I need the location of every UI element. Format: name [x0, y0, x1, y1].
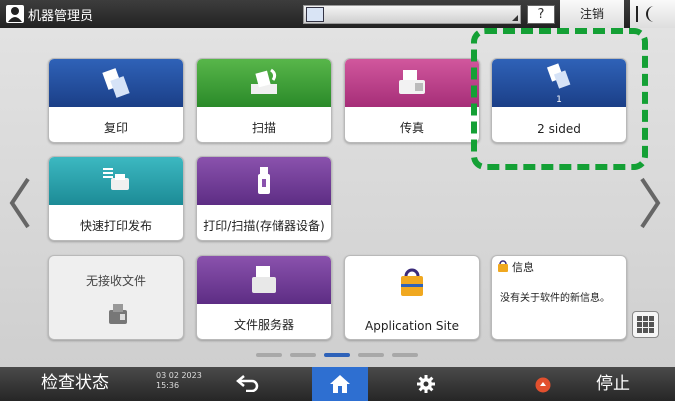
highlight-frame: [471, 28, 648, 170]
keyboard-icon: [306, 7, 324, 22]
energy-saver-button[interactable]: [630, 0, 675, 28]
stop-icon[interactable]: [535, 377, 551, 393]
app-quick-print-release-label: 快速打印发布: [79, 219, 152, 233]
page-dot: [392, 353, 418, 357]
page-dot-active: [324, 353, 350, 357]
fax-received-file-widget[interactable]: 无接收文件: [48, 255, 184, 340]
bottom-bar: 检查状态 03 02 2023 15:36 停止: [0, 367, 675, 401]
stop-button[interactable]: 停止: [596, 367, 644, 401]
next-page-arrow[interactable]: [638, 175, 662, 231]
app-application-site-label: Application Site: [365, 319, 459, 333]
user-icon[interactable]: [6, 5, 24, 23]
top-bar: 机器管理员 ? 注销: [0, 0, 675, 28]
home-icon: [330, 375, 350, 393]
divider: [636, 6, 638, 22]
app-quick-print-release[interactable]: 快速打印发布: [48, 156, 184, 241]
app-list-button[interactable]: [632, 311, 659, 338]
previous-page-arrow[interactable]: [8, 175, 32, 231]
page-dot: [256, 353, 282, 357]
document-server-icon: [252, 266, 276, 293]
fax-document-icon: [109, 304, 127, 324]
app-application-site[interactable]: Application Site: [344, 255, 480, 340]
fax-received-file-label: 无接收文件: [85, 274, 146, 288]
usb-icon: [258, 167, 270, 194]
fax-icon: [399, 70, 425, 94]
logout-button[interactable]: 注销: [560, 0, 624, 28]
grid-icon: [637, 316, 654, 333]
app-fax-label: 传真: [399, 121, 424, 135]
info-message: 没有关于软件的新信息。: [500, 293, 610, 304]
info-bag-icon: [498, 260, 508, 272]
app-scan[interactable]: 扫描: [196, 58, 332, 143]
app-copy[interactable]: 复印: [48, 58, 184, 143]
app-fax[interactable]: 传真: [344, 58, 480, 143]
info-title: 信息: [512, 261, 534, 274]
info-widget[interactable]: 信息 没有关于软件的新信息。: [491, 255, 627, 340]
home-screen: 复印 扫描 传真 1 2 sided 快速打印发布 打印/扫描(存储器设备) 无…: [0, 28, 675, 367]
input-method-box[interactable]: [303, 5, 521, 24]
page-dot: [290, 353, 316, 357]
gear-icon[interactable]: [416, 374, 436, 394]
page-dot: [358, 353, 384, 357]
back-icon[interactable]: [236, 374, 260, 392]
shopping-bag-icon: [401, 268, 423, 296]
time-text: 15:36: [156, 381, 180, 390]
date-text: 03 02 2023: [156, 371, 202, 380]
app-scan-label: 扫描: [251, 121, 276, 135]
copy-icon: [102, 68, 130, 98]
check-status-button[interactable]: 检查状态: [0, 367, 150, 401]
app-print-scan-memory[interactable]: 打印/扫描(存储器设备): [196, 156, 332, 241]
app-document-server-label: 文件服务器: [233, 318, 294, 332]
app-print-scan-memory-label: 打印/扫描(存储器设备): [203, 219, 325, 233]
printer-icon: [103, 168, 129, 190]
resize-corner: [512, 15, 518, 21]
app-document-server[interactable]: 文件服务器: [196, 255, 332, 340]
datetime: 03 02 2023 15:36: [156, 371, 202, 391]
app-copy-label: 复印: [103, 121, 128, 135]
help-button[interactable]: ?: [527, 5, 555, 24]
moon-icon: [646, 6, 654, 22]
home-button[interactable]: [312, 367, 368, 401]
scanner-icon: [251, 68, 277, 94]
user-name: 机器管理员: [28, 9, 94, 24]
